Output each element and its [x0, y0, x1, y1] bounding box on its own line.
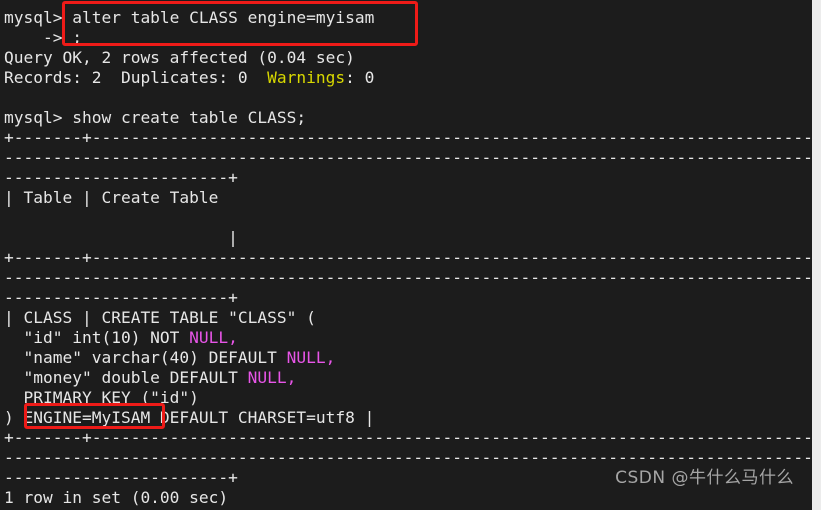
table-separator-mid-part3: -----------------------+ — [4, 288, 238, 307]
create-table-engine-clause: ) ENGINE=MyISAM DEFAULT CHARSET=utf8 | — [4, 408, 375, 427]
records-prefix: Records: 2 Duplicates: 0 — [4, 68, 268, 87]
mysql-terminal[interactable]: mysql> alter table CLASS engine=myisam -… — [0, 0, 812, 510]
terminal-line-alter-command: mysql> alter table CLASS engine=myisam — [4, 8, 375, 27]
null-keyword-money: NULL, — [247, 368, 297, 387]
table-separator-mid-part1: +-------+-------------------------------… — [4, 248, 812, 267]
terminal-line-show-create-command: mysql> show create table CLASS; — [4, 108, 307, 127]
column-money-text: "money" double DEFAULT — [4, 368, 248, 387]
create-table-column-money: "money" double DEFAULT NULL, — [4, 368, 296, 388]
create-table-column-id: "id" int(10) NOT NULL, — [4, 328, 238, 348]
terminal-line-records: Records: 2 Duplicates: 0 Warnings: 0 — [4, 68, 374, 88]
null-keyword-name: NULL, — [286, 348, 336, 367]
csdn-watermark: CSDN @牛什么马什么 — [615, 468, 794, 488]
terminal-line-query-ok: Query OK, 2 rows affected (0.04 sec) — [4, 48, 355, 67]
null-keyword-id: NULL, — [189, 328, 238, 347]
create-table-primary-key: PRIMARY KEY ("id") — [4, 388, 199, 407]
table-separator-top-part1: +-------+-------------------------------… — [4, 128, 812, 147]
terminal-line-row-count: 1 row in set (0.00 sec) — [4, 488, 229, 507]
create-table-column-name: "name" varchar(40) DEFAULT NULL, — [4, 348, 335, 368]
warnings-keyword: Warnings — [267, 68, 346, 87]
screenshot-root: mysql> alter table CLASS engine=myisam -… — [0, 0, 821, 510]
column-id-text: "id" int(10) NOT — [4, 328, 190, 347]
records-suffix: : 0 — [345, 68, 375, 87]
table-separator-bottom-part3: -----------------------+ — [4, 468, 238, 487]
create-table-row-start: | CLASS | CREATE TABLE "CLASS" ( — [4, 308, 316, 327]
terminal-line-continuation: -> ; — [4, 28, 82, 47]
column-name-text: "name" varchar(40) DEFAULT — [4, 348, 287, 367]
right-edge-strip — [812, 0, 821, 510]
table-separator-mid-part2: ----------------------------------------… — [4, 268, 812, 287]
table-separator-top-part2: ----------------------------------------… — [4, 148, 812, 167]
table-separator-top-part3: -----------------------+ — [4, 168, 238, 187]
table-header-row: | Table | Create Table — [4, 188, 219, 207]
table-separator-bottom-part1: +-------+-------------------------------… — [4, 428, 812, 447]
table-header-row-wrap-pipe: | — [4, 228, 238, 247]
